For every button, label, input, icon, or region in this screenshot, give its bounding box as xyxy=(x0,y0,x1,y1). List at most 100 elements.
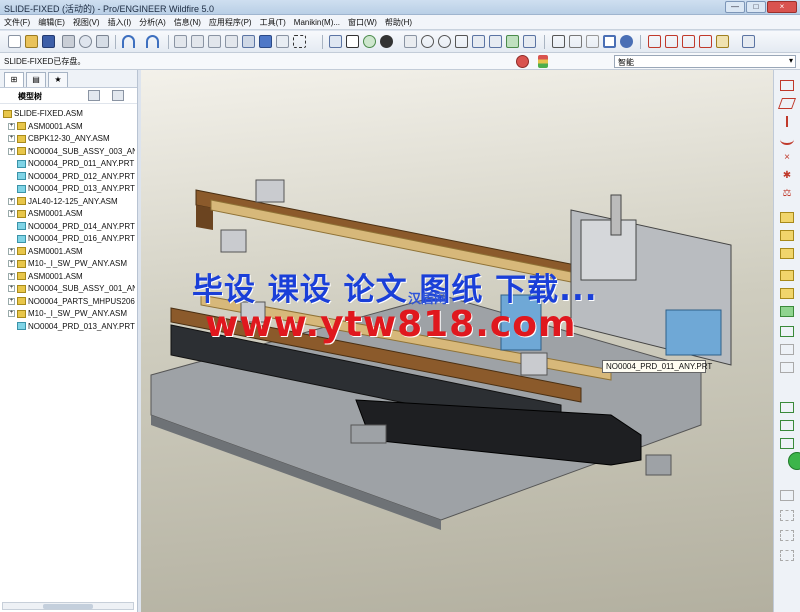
wireframe-icon[interactable] xyxy=(552,35,565,48)
menu-analysis[interactable]: 分析(A) xyxy=(135,15,170,28)
zoom-in-icon[interactable] xyxy=(421,35,434,48)
datum-points-icon[interactable] xyxy=(682,35,695,48)
reorient-icon[interactable] xyxy=(472,35,485,48)
tree-horizontal-scrollbar[interactable] xyxy=(2,602,134,610)
tree-item[interactable]: NO0004_PRD_012_ANY.PRT xyxy=(8,171,135,183)
tree-item[interactable]: + CBPK12-30_ANY.ASM xyxy=(8,133,135,145)
coordinate-systems-icon[interactable] xyxy=(699,35,712,48)
curve-tool-icon[interactable] xyxy=(780,134,794,145)
enhanced-realism-icon[interactable] xyxy=(620,35,633,48)
view-manager-icon[interactable] xyxy=(523,35,536,48)
zoom-out-icon[interactable] xyxy=(438,35,451,48)
expand-toggle-icon[interactable]: + xyxy=(8,285,15,293)
plane-tool-icon[interactable] xyxy=(777,98,797,109)
shell-tool-icon[interactable] xyxy=(780,510,794,521)
datum-plane-icon[interactable] xyxy=(780,80,794,91)
layers-icon[interactable] xyxy=(506,35,519,48)
assemble-icon[interactable] xyxy=(780,270,794,281)
menu-tools[interactable]: 工具(T) xyxy=(256,15,290,28)
hole-tool-icon[interactable] xyxy=(780,326,794,337)
hidden-line-icon[interactable] xyxy=(569,35,582,48)
cut-icon[interactable] xyxy=(174,35,187,48)
tree-item[interactable]: + M10-_I_SW_PW_ANY.ASM xyxy=(8,308,135,320)
annotation-display-icon[interactable] xyxy=(716,35,729,48)
expand-toggle-icon[interactable]: + xyxy=(8,260,15,268)
close-button[interactable]: × xyxy=(767,1,797,13)
rib-tool-icon[interactable] xyxy=(780,530,794,541)
menu-file[interactable]: 文件(F) xyxy=(0,15,34,28)
menu-insert[interactable]: 插入(I) xyxy=(104,15,136,28)
expand-toggle-icon[interactable]: + xyxy=(8,135,15,143)
menu-manikin[interactable]: Manikin(M)... xyxy=(290,16,344,27)
send-link-icon[interactable] xyxy=(96,35,109,48)
no-hidden-icon[interactable] xyxy=(586,35,599,48)
paste-icon[interactable] xyxy=(208,35,221,48)
tree-item[interactable]: NO0004_PRD_013_ANY.PRT xyxy=(8,321,135,333)
expand-toggle-icon[interactable]: + xyxy=(8,310,15,318)
regen-manager-icon[interactable] xyxy=(259,35,272,48)
tree-item[interactable]: + M10-_I_SW_PW_ANY.ASM xyxy=(8,258,135,270)
menu-window[interactable]: 窗口(W) xyxy=(344,15,381,28)
tree-item[interactable]: + NO0004_PARTS_MHPUS206- xyxy=(8,296,135,308)
repaint-icon[interactable] xyxy=(329,35,342,48)
tree-item[interactable]: + ASM0001.ASM xyxy=(8,208,135,220)
create-component-icon[interactable] xyxy=(780,288,794,299)
redo-icon[interactable] xyxy=(146,35,159,48)
datum-axes-icon[interactable] xyxy=(665,35,678,48)
tree-item[interactable]: NO0004_PRD_013_ANY.PRT xyxy=(8,183,135,195)
pan-hand-icon[interactable] xyxy=(404,35,417,48)
open-folder-icon[interactable] xyxy=(25,35,38,48)
tree-item[interactable]: SLIDE-FIXED.ASM xyxy=(3,108,135,120)
expand-toggle-icon[interactable]: + xyxy=(8,147,15,155)
appearance-icon[interactable] xyxy=(380,35,393,48)
pattern-icon[interactable] xyxy=(780,306,794,317)
analysis-tool-icon[interactable]: ⚖ xyxy=(780,188,794,199)
tree-item[interactable]: + NO0004_SUB_ASSY_003_ANY xyxy=(8,146,135,158)
datum-planes-icon[interactable] xyxy=(648,35,661,48)
model-tree-tab-icon[interactable]: ⊞ xyxy=(4,72,24,87)
refit-icon[interactable] xyxy=(455,35,468,48)
tree-item[interactable]: NO0004_PRD_011_ANY.PRT xyxy=(8,158,135,170)
orient-mode-icon[interactable] xyxy=(363,35,376,48)
menu-view[interactable]: 视图(V) xyxy=(69,15,104,28)
menu-info[interactable]: 信息(N) xyxy=(170,15,205,28)
scrollbar-thumb[interactable] xyxy=(43,604,93,609)
chamfer-tool-icon[interactable] xyxy=(780,362,794,373)
folder-browser-tab-icon[interactable]: ▤ xyxy=(26,72,46,87)
copy-icon[interactable] xyxy=(191,35,204,48)
spin-center-icon[interactable] xyxy=(346,35,359,48)
expand-toggle-icon[interactable]: + xyxy=(8,272,15,280)
tree-item[interactable]: + ASM0001.ASM xyxy=(8,121,135,133)
merge-tool-icon[interactable] xyxy=(780,438,794,449)
tree-item[interactable]: NO0004_PRD_016_ANY.PRT xyxy=(8,233,135,245)
new-file-icon[interactable] xyxy=(8,35,21,48)
point-tool-icon[interactable]: × xyxy=(780,152,794,163)
tree-item[interactable]: + NO0004_SUB_ASSY_001_ANY xyxy=(8,283,135,295)
tree-item[interactable]: + ASM0001.ASM xyxy=(8,271,135,283)
revolve-tool-icon[interactable] xyxy=(780,248,794,259)
menu-edit[interactable]: 编辑(E) xyxy=(34,15,69,28)
send-mail-icon[interactable] xyxy=(79,35,92,48)
go-icon[interactable] xyxy=(788,452,800,470)
sweep-tool-icon[interactable] xyxy=(780,550,794,561)
tree-item[interactable]: + ASM0001.ASM xyxy=(8,246,135,258)
expand-toggle-icon[interactable]: + xyxy=(8,297,15,305)
shading-icon[interactable] xyxy=(603,35,616,48)
menu-applications[interactable]: 应用程序(P) xyxy=(205,15,256,28)
minimize-button[interactable]: — xyxy=(725,1,745,13)
menu-help[interactable]: 帮助(H) xyxy=(381,15,416,28)
selection-filter-select[interactable]: 智能 ▾ xyxy=(614,55,796,68)
paste-special-icon[interactable] xyxy=(225,35,238,48)
move-tool-icon[interactable] xyxy=(780,420,794,431)
tree-item[interactable]: + JAL40-12-125_ANY.ASM xyxy=(8,196,135,208)
maximize-button[interactable]: □ xyxy=(746,1,766,13)
sketch-tool-icon[interactable] xyxy=(780,212,794,223)
save-icon[interactable] xyxy=(42,35,55,48)
csys-tool-icon[interactable]: ✱ xyxy=(780,170,794,181)
axis-tool-icon[interactable] xyxy=(786,116,788,127)
expand-toggle-icon[interactable]: + xyxy=(8,247,15,255)
find-icon[interactable] xyxy=(276,35,289,48)
draft-tool-icon[interactable] xyxy=(780,490,794,501)
regenerate-icon[interactable] xyxy=(242,35,255,48)
extrude-tool-icon[interactable] xyxy=(780,230,794,241)
